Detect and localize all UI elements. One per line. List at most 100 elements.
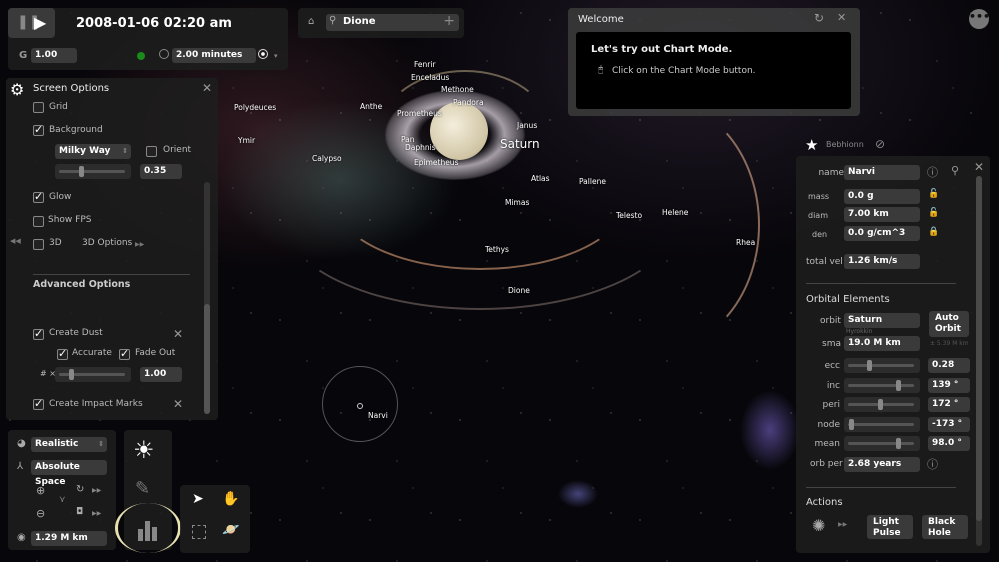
moon-label[interactable]: Daphnis <box>405 143 436 152</box>
create-dust-checkbox[interactable] <box>33 327 44 340</box>
mode-select[interactable]: Realistic ⇕ <box>31 437 107 452</box>
mass-input[interactable]: 0.0 g <box>844 189 920 204</box>
node-input[interactable]: -173 ° <box>928 416 970 432</box>
velocity-input[interactable]: 1.26 km/s <box>844 254 920 269</box>
timestep-input[interactable]: 2.00 minutes <box>172 48 256 63</box>
focus-eye-icon[interactable]: ⋎ <box>59 495 66 505</box>
slider-knob[interactable] <box>69 369 74 380</box>
gravity-input[interactable]: 1.00 <box>31 48 77 63</box>
slider-knob[interactable] <box>895 438 901 449</box>
unlock-icon[interactable]: 🔓 <box>928 189 939 199</box>
3d-checkbox[interactable] <box>33 239 44 250</box>
moon-label[interactable]: Helene <box>662 208 688 217</box>
draw-tool-icon[interactable]: ✎ <box>135 478 150 499</box>
expand-arrow-icon[interactable]: ▶▶ <box>135 241 144 248</box>
background-select[interactable]: Milky Way ⇕ <box>55 144 131 159</box>
add-planet-icon[interactable]: 🪐 <box>222 522 239 538</box>
grid-checkbox[interactable] <box>33 102 44 113</box>
slider-knob[interactable] <box>849 418 855 430</box>
close-icon[interactable]: ✕ <box>202 81 212 95</box>
zoom-out-icon[interactable]: ⊖ <box>36 507 45 520</box>
moon-label[interactable]: Anthe <box>360 102 382 111</box>
dust-count-input[interactable]: 1.00 <box>140 367 182 382</box>
add-icon[interactable]: + <box>443 13 455 29</box>
accurate-checkbox[interactable] <box>57 347 68 360</box>
dust-count-slider[interactable] <box>55 367 131 382</box>
dropdown-arrow-icon[interactable]: ▾ <box>274 52 278 60</box>
glow-checkbox[interactable] <box>33 190 44 203</box>
zoom-in-icon[interactable]: ⊕ <box>36 484 45 497</box>
mean-input[interactable]: 98.0 ° <box>928 436 970 451</box>
mean-slider[interactable] <box>844 436 920 451</box>
object-tab[interactable]: Bebhionn <box>826 140 864 149</box>
chart-mode-button[interactable] <box>137 515 159 541</box>
moon-label[interactable]: Atlas <box>531 174 550 183</box>
camera-icon[interactable]: ◘ <box>76 507 83 517</box>
moon-label[interactable]: Dione <box>508 286 530 295</box>
density-input[interactable]: 0.0 g/cm^3 <box>844 226 920 241</box>
expand-arrow-icon[interactable]: ▶▶ <box>92 487 101 494</box>
diameter-input[interactable]: 7.00 km <box>844 207 920 222</box>
scrollbar[interactable] <box>976 176 982 546</box>
planet-label[interactable]: Saturn <box>500 137 540 151</box>
frame-select[interactable]: Absolute Space <box>31 460 107 487</box>
more-menu-button[interactable]: ••• <box>969 9 990 29</box>
collapse-arrow-icon[interactable]: ◀◀ <box>10 237 21 245</box>
show-fps-checkbox[interactable] <box>33 216 44 227</box>
realtime-icon[interactable] <box>258 49 268 59</box>
light-pulse-button[interactable]: Light Pulse <box>867 515 913 539</box>
cursor-icon[interactable]: ➤ <box>192 491 204 507</box>
impact-marks-checkbox[interactable] <box>33 397 44 410</box>
moon-label[interactable]: Calypso <box>312 154 342 163</box>
auto-orbit-button[interactable]: Auto Orbit <box>929 311 969 337</box>
sun-icon[interactable]: ☀ <box>133 436 155 464</box>
moon-label[interactable]: Polydeuces <box>234 103 276 112</box>
favorite-star-icon[interactable]: ★ <box>805 136 818 154</box>
moon-label[interactable]: Prometheus <box>397 109 442 118</box>
moon-label[interactable]: Telesto <box>616 211 642 220</box>
orbit-input[interactable]: Saturn <box>844 313 920 328</box>
background-brightness-slider[interactable] <box>55 164 131 179</box>
black-hole-button[interactable]: Black Hole <box>922 515 968 539</box>
slider-knob[interactable] <box>866 360 872 371</box>
moon-label[interactable]: Fenrir <box>414 60 436 69</box>
moon-label[interactable]: Pandora <box>453 98 484 107</box>
brightness-input[interactable]: 0.35 <box>140 164 182 179</box>
search-icon[interactable]: ⚲ <box>951 164 959 177</box>
scrollbar-thumb[interactable] <box>976 176 982 521</box>
explosion-icon[interactable]: ✺ <box>812 516 825 535</box>
scrollbar-thumb[interactable] <box>204 304 210 414</box>
rotate-camera-icon[interactable]: ↻ <box>76 484 84 495</box>
search-input[interactable]: ⚲ Dione + <box>326 13 459 31</box>
moon-label[interactable]: Mimas <box>505 198 529 207</box>
lock-icon[interactable]: 🔒 <box>928 227 939 237</box>
info-icon[interactable]: ⓘ <box>927 456 938 472</box>
peri-slider[interactable] <box>844 397 920 412</box>
slider-knob[interactable] <box>79 166 84 177</box>
moon-label[interactable]: Methone <box>441 85 474 94</box>
moon-label[interactable]: Janus <box>517 121 537 130</box>
view-distance-input[interactable]: 1.29 M km <box>31 531 107 546</box>
background-checkbox[interactable] <box>33 123 44 136</box>
hand-icon[interactable]: ✋ <box>222 491 239 507</box>
orbit-icon[interactable]: ⊘ <box>875 137 885 151</box>
slider-knob[interactable] <box>895 379 901 391</box>
clear-impact-marks-icon[interactable]: ✕ <box>173 397 183 411</box>
orient-checkbox[interactable] <box>146 146 157 157</box>
inc-slider[interactable] <box>844 377 920 393</box>
orbital-period-input[interactable]: 2.68 years <box>844 457 920 472</box>
slider-knob[interactable] <box>877 399 883 410</box>
fade-out-checkbox[interactable] <box>119 347 130 360</box>
3d-options-link[interactable]: 3D Options <box>82 238 132 248</box>
ecc-slider[interactable] <box>844 358 920 373</box>
ecc-input[interactable]: 0.28 <box>928 358 970 373</box>
node-slider[interactable] <box>844 416 920 432</box>
moon-label[interactable]: Pallene <box>579 177 606 186</box>
home-icon[interactable]: ⌂ <box>308 16 314 27</box>
moon-label[interactable]: Enceladus <box>411 73 449 82</box>
close-icon[interactable]: ✕ <box>974 160 984 174</box>
sma-input[interactable]: 19.0 M km <box>844 336 920 351</box>
name-input[interactable]: Narvi <box>844 165 920 180</box>
refresh-icon[interactable]: ↻ <box>814 11 824 25</box>
expand-arrow-icon[interactable]: ▶▶ <box>838 521 847 528</box>
